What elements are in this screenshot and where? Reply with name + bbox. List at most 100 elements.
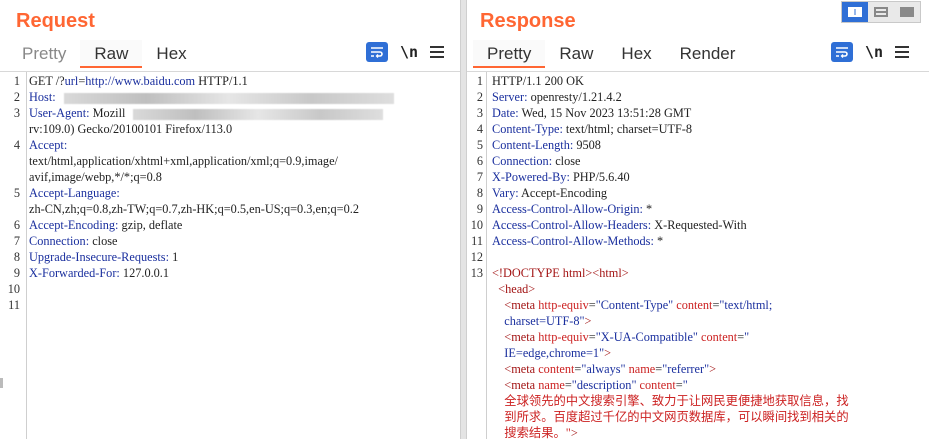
code-token: <meta [492, 298, 539, 312]
newline-toggle-button[interactable]: \n [865, 43, 883, 61]
code-line: IE=edge,chrome=1"> [467, 345, 929, 361]
code-line: 4 Accept: [0, 137, 460, 153]
line-text: Access-Control-Allow-Origin: * [487, 201, 652, 217]
code-line: 全球领先的中文搜索引擎、致力于让网民更便捷地获取信息，找 [467, 393, 929, 409]
wrap-lines-icon[interactable] [366, 42, 388, 62]
code-token: = [675, 378, 683, 392]
pane-divider[interactable] [460, 0, 467, 439]
code-token: charset=UTF-8" [492, 314, 585, 328]
line-number: 12 [470, 250, 483, 264]
tab-hex[interactable]: Hex [142, 40, 200, 68]
response-editor[interactable]: 1 HTTP/1.1 200 OK 2 Server: openresty/1.21.… [467, 71, 929, 439]
tab-pretty[interactable]: Pretty [8, 40, 80, 68]
code-token: Access-Control-Allow-Headers: [492, 218, 652, 232]
line-text: <head> [487, 281, 535, 297]
response-title: Response [480, 10, 576, 32]
code-token: name [625, 362, 656, 376]
line-number: 7 [13, 234, 20, 248]
tab-raw[interactable]: Raw [80, 40, 143, 68]
code-token: 1 [169, 250, 179, 264]
scroll-indicator[interactable] [0, 378, 3, 388]
line-text: X-Powered-By: PHP/5.6.40 [487, 169, 630, 185]
single-pane-icon[interactable] [894, 2, 920, 22]
line-text: Access-Control-Allow-Methods: * [487, 233, 663, 249]
tab-render[interactable]: Render [666, 40, 750, 68]
code-token: name [538, 378, 565, 392]
code-token: = [588, 330, 596, 344]
line-text: Connection: close [24, 233, 117, 249]
code-token: * [653, 234, 664, 248]
code-line: <meta http-equiv="X-UA-Compatible" conte… [467, 329, 929, 345]
code-token: Content-Type: [492, 122, 563, 136]
code-line: 5 Accept-Language: [0, 185, 460, 201]
request-pane: Request Pretty Raw Hex \n 1 GET /?url=htt… [0, 0, 460, 439]
code-line: 7 Connection: close [0, 233, 460, 249]
line-text: avif,image/webp,*/*;q=0.8 [24, 169, 162, 185]
line-number [467, 409, 487, 425]
line-number [467, 425, 487, 439]
tab-hex[interactable]: Hex [607, 40, 665, 68]
code-token: = [564, 378, 572, 392]
line-text: Date: Wed, 15 Nov 2023 13:51:28 GMT [487, 105, 691, 121]
code-token: <head> [492, 282, 536, 296]
line-number: 9 [476, 202, 483, 216]
code-token: content [673, 298, 713, 312]
code-token: content [636, 378, 676, 392]
line-text: rv:109.0) Gecko/20100101 Firefox/113.0 [24, 121, 232, 137]
code-token: text/html; charset=UTF-8 [562, 122, 693, 136]
line-text: Host: [24, 89, 394, 105]
line-number: 2 [476, 90, 483, 104]
tab-raw[interactable]: Raw [545, 40, 607, 68]
line-number [0, 169, 24, 185]
code-token: GET /? [29, 74, 65, 88]
line-number: 5 [13, 186, 20, 200]
code-token: > [709, 362, 717, 376]
code-token: rv:109.0) Gecko/20100101 Firefox/113.0 [29, 122, 233, 136]
wrap-lines-icon[interactable] [831, 42, 853, 62]
code-token: Accept-Encoding [518, 186, 608, 200]
code-line: 11 [0, 297, 460, 313]
code-token: Accept-Language: [29, 186, 120, 200]
code-token: Date: [492, 106, 519, 120]
stacked-icon[interactable] [868, 2, 894, 22]
code-token: > [584, 314, 592, 328]
line-number [0, 201, 24, 217]
request-editor[interactable]: 1 GET /?url=http://www.baidu.com HTTP/1.1… [0, 71, 460, 439]
line-text: <!DOCTYPE html><html> [487, 265, 629, 281]
code-token: IE=edge,chrome=1" [492, 346, 605, 360]
code-line: 3 User-Agent: Mozill [0, 105, 460, 121]
code-line: 2 Server: openresty/1.21.4.2 [467, 89, 929, 105]
line-number: 8 [476, 186, 483, 200]
code-token: gzip, deflate [118, 218, 183, 232]
code-token: close [89, 234, 118, 248]
code-token: Accept: [29, 138, 68, 152]
line-text: IE=edge,chrome=1"> [487, 345, 611, 361]
code-token: " [744, 330, 750, 344]
code-token: Mozill [89, 106, 126, 120]
code-token: http-equiv [538, 298, 589, 312]
line-text: Accept: [24, 137, 67, 153]
newline-toggle-button[interactable]: \n [400, 43, 418, 61]
code-token: Server: [492, 90, 528, 104]
line-text: 到所求。百度超过千亿的中文网页数据库，可以瞬间找到相关的 [487, 409, 849, 425]
code-token: > [570, 426, 578, 439]
code-token: "X-UA-Compatible" [595, 330, 698, 344]
code-line: 13 <!DOCTYPE html><html> [467, 265, 929, 281]
code-token: Access-Control-Allow-Origin: [492, 202, 643, 216]
code-token: 127.0.0.1 [119, 266, 170, 280]
code-token: 到所求。百度超过千亿的中文网页数据库，可以瞬间找到相关的 [492, 410, 849, 424]
code-token: "text/html; [719, 298, 773, 312]
line-number: 2 [13, 90, 20, 104]
code-token: url [64, 74, 79, 88]
line-text: Vary: Accept-Encoding [487, 185, 607, 201]
response-toolbar: \n [831, 42, 909, 62]
tab-pretty[interactable]: Pretty [473, 40, 546, 68]
code-token: content [697, 330, 738, 344]
code-token: * [642, 202, 653, 216]
code-line: 7 X-Powered-By: PHP/5.6.40 [467, 169, 929, 185]
side-by-side-icon[interactable] [842, 2, 868, 22]
hamburger-menu-icon[interactable] [895, 46, 909, 58]
line-number: 5 [476, 138, 483, 152]
code-token: "always" [581, 362, 626, 376]
hamburger-menu-icon[interactable] [430, 46, 444, 58]
